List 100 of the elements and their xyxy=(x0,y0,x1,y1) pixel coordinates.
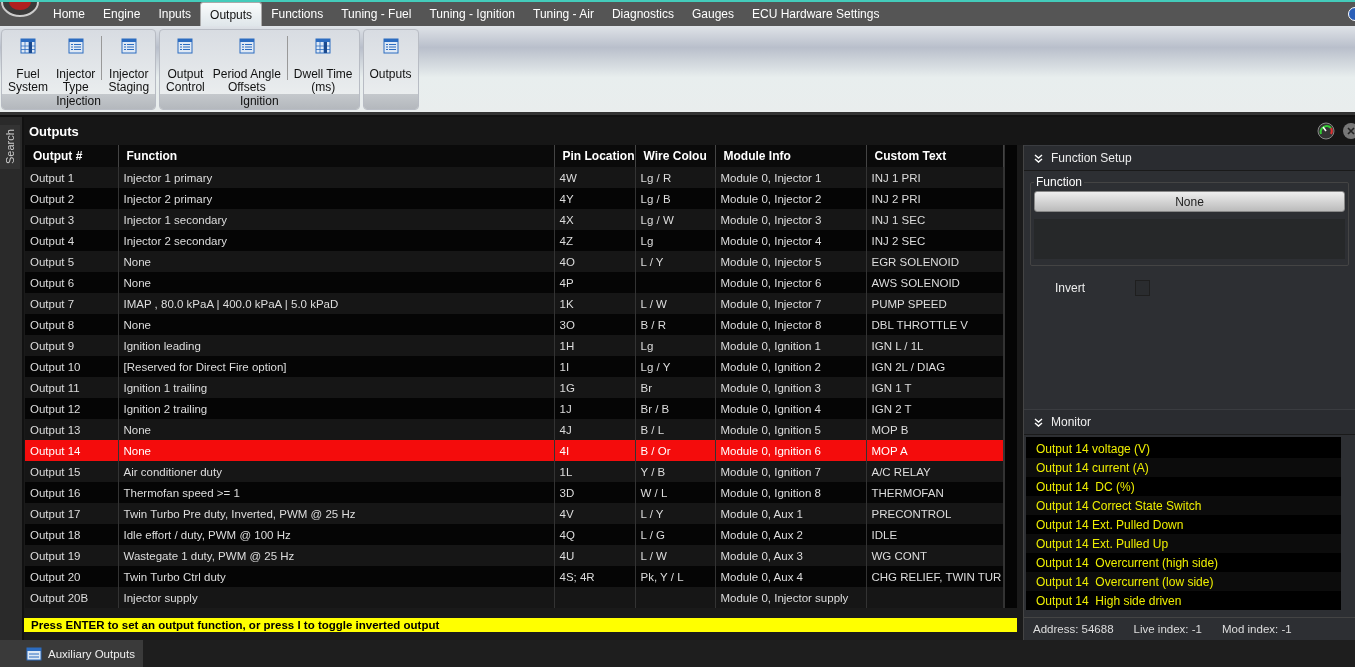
column-header[interactable]: Function xyxy=(118,145,554,167)
table-row[interactable]: Output 16 Thermofan speed >= 1 3D W / L Module 0, Ignition 8 THERMOFAN xyxy=(25,482,1003,503)
menu-tab[interactable]: Gauges xyxy=(683,2,743,26)
ribbon-button[interactable]: Injector Staging xyxy=(104,30,154,94)
monitor-item[interactable]: Output 14 Ext. Pulled Down xyxy=(1036,517,1184,532)
table-cell: Module 0, Injector 4 xyxy=(720,234,822,247)
table-cell: 4W xyxy=(559,171,577,184)
table-cell: Output 3 xyxy=(30,213,75,226)
table-cell: W / L xyxy=(640,486,668,499)
table-row[interactable]: Output 12 Ignition 2 trailing 1J Br / B Module 0, Ignition 4 IGN 2 T xyxy=(25,398,1003,419)
ribbon-button[interactable]: Dwell Time (ms) xyxy=(289,30,357,94)
table-row[interactable]: Output 13 None 4J B / L Module 0, Ignition 5 MOP B xyxy=(25,419,1003,440)
ribbon-button[interactable]: Period Angle Offsets xyxy=(208,30,285,94)
menu-tab[interactable]: Functions xyxy=(262,2,333,26)
gauge-icon[interactable] xyxy=(1317,122,1335,140)
table-cell: 1H xyxy=(559,339,575,352)
table-row[interactable]: Output 7 IMAP , 80.0 kPaA | 400.0 kPaA | 5.0 kPaD 1K L / W Module 0, Injector 7 PUMP SPEED xyxy=(25,293,1003,314)
table-cell: Output 5 xyxy=(30,255,75,268)
status-text: Live index: -1 xyxy=(1133,623,1202,635)
table-row[interactable]: Output 8 None 3O B / R Module 0, Injector 8 DBL THROTTLE V xyxy=(25,314,1003,335)
status-text: Address: 54688 xyxy=(1033,623,1114,635)
menu-tab[interactable]: Tuning - Ignition xyxy=(420,2,525,26)
table-row[interactable]: Output 9 Ignition leading 1H Lg Module 0, Ignition 1 IGN L / 1L xyxy=(25,335,1003,356)
menu-tab[interactable]: Inputs xyxy=(149,2,201,26)
column-header[interactable]: Output # xyxy=(25,145,118,167)
table-cell: Ignition 1 trailing xyxy=(123,381,208,394)
menu-tab[interactable]: Engine xyxy=(94,2,150,26)
table-row[interactable]: Output 19 Wastegate 1 duty, PWM @ 25 Hz 4U L / W Module 0, Aux 3 WG CONT xyxy=(25,545,1003,566)
monitor-item[interactable]: Output 14 High side driven xyxy=(1036,593,1182,608)
table-row[interactable]: Output 17 Twin Turbo Pre duty, Inverted, PWM @ 25 Hz 4V L / Y Module 0, Aux 1 PRECONTROL xyxy=(25,503,1003,524)
table-row[interactable]: Output 15 Air conditioner duty 1L Y / B Module 0, Ignition 7 A/C RELAY xyxy=(25,461,1003,482)
table-row[interactable]: Output 14 None 4I B / Or Module 0, Ignition 6 MOP A xyxy=(25,440,1003,461)
table-cell: 4O xyxy=(559,255,575,268)
table-cell: L / G xyxy=(640,528,665,541)
column-header[interactable]: Wire Colou xyxy=(635,145,715,167)
search-tab[interactable]: Search xyxy=(0,125,20,169)
table-row[interactable]: Output 18 Idle effort / duty, PWM @ 100 Hz 4Q L / G Module 0, Aux 2 IDLE xyxy=(25,524,1003,545)
collapse-icon[interactable] xyxy=(1034,417,1043,427)
table-cell: Output 20B xyxy=(30,591,89,604)
table-cell: Output 6 xyxy=(30,276,75,289)
table-cell: Injector 1 secondary xyxy=(123,213,228,226)
table-cell: Module 0, Ignition 5 xyxy=(720,423,821,436)
table-row[interactable]: Output 20 Twin Turbo Ctrl duty 4S; 4R Pk, Y / L Module 0, Aux 4 CHG RELIEF, TWIN TUR xyxy=(25,566,1003,587)
table-cell: IGN 2 T xyxy=(871,402,912,415)
function-button[interactable]: None xyxy=(1034,191,1345,212)
table-cell: Lg xyxy=(640,339,654,352)
ribbon-button[interactable]: Injector Type xyxy=(52,30,100,94)
section-title: Function Setup xyxy=(1051,151,1132,165)
table-cell: CHG RELIEF, TWIN TUR xyxy=(871,570,1002,583)
table-cell: 1J xyxy=(559,402,572,415)
close-icon[interactable] xyxy=(1341,122,1355,140)
table-cell: Lg / W xyxy=(640,213,674,226)
collapse-icon[interactable] xyxy=(1034,153,1043,163)
table-cell: Output 7 xyxy=(30,297,75,310)
list-icon xyxy=(120,38,137,54)
menu-tab[interactable]: Tuning - Air xyxy=(524,2,603,26)
table-cell: Lg / B xyxy=(640,192,671,205)
table-cell: IMAP , 80.0 kPaA | 400.0 kPaA | 5.0 kPaD xyxy=(123,297,339,310)
table-cell: 3D xyxy=(559,486,575,499)
table-cell: Output 2 xyxy=(30,192,75,205)
column-header[interactable]: Pin Location xyxy=(554,145,635,167)
table-cell: Y / B xyxy=(640,465,666,478)
table-cell: Lg xyxy=(640,234,654,247)
table-cell: AWS SOLENOID xyxy=(871,276,960,289)
menu-tab[interactable]: Diagnostics xyxy=(602,2,683,26)
list-icon xyxy=(177,38,194,54)
column-header[interactable]: Module Info xyxy=(715,145,866,167)
table-row[interactable]: Output 5 None 4O L / Y Module 0, Injector 5 EGR SOLENOID xyxy=(25,251,1003,272)
menu-tab[interactable]: Outputs xyxy=(200,2,263,26)
monitor-item[interactable]: Output 14 voltage (V) xyxy=(1036,441,1151,456)
table-cell: WG CONT xyxy=(871,549,928,562)
table-row[interactable]: Output 2 Injector 2 primary 4Y Lg / B Module 0, Injector 2 INJ 2 PRI xyxy=(25,188,1003,209)
ribbon-button[interactable]: Fuel System xyxy=(4,30,52,94)
table-cell: Module 0, Injector 3 xyxy=(720,213,822,226)
table-row[interactable]: Output 10 [Reserved for Direct Fire option] 1I Lg / Y Module 0, Ignition 2 IGN 2L / DIAG xyxy=(25,356,1003,377)
ribbon-button[interactable]: Output Control xyxy=(162,30,209,94)
menu-tab[interactable]: Home xyxy=(44,2,94,26)
table-row[interactable]: Output 3 Injector 1 secondary 4X Lg / W Module 0, Injector 3 INJ 1 SEC xyxy=(25,209,1003,230)
table-cell: None xyxy=(123,423,151,436)
menu-tab[interactable]: ECU Hardware Settings xyxy=(743,2,889,26)
table-row[interactable]: Output 1 Injector 1 primary 4W Lg / R Module 0, Injector 1 INJ 1 PRI xyxy=(25,167,1003,188)
bottom-tab[interactable]: Auxiliary Outputs xyxy=(0,640,143,667)
section-title: Monitor xyxy=(1051,415,1091,429)
table-row[interactable]: Output 4 Injector 2 secondary 4Z Lg Module 0, Injector 4 INJ 2 SEC xyxy=(25,230,1003,251)
table-cell: PRECONTROL xyxy=(871,507,952,520)
table-row[interactable]: Output 6 None 4P Module 0, Injector 6 AWS SOLENOID xyxy=(25,272,1003,293)
monitor-item[interactable]: Output 14 Overcurrent (high side) xyxy=(1036,555,1219,570)
table-cell: Output 15 xyxy=(30,465,81,478)
menu-tab[interactable]: Tuning - Fuel xyxy=(332,2,421,26)
column-header[interactable]: Custom Text xyxy=(866,145,1003,167)
panel-title: Outputs xyxy=(29,123,80,139)
table-row[interactable]: Output 11 Ignition 1 trailing 1G Br Module 0, Ignition 3 IGN 1 T xyxy=(25,377,1003,398)
table-cell: Module 0, Injector supply xyxy=(720,591,849,604)
table-row[interactable]: Output 20B Injector supply Module 0, Injector supply xyxy=(25,587,1003,608)
table-cell: None xyxy=(123,276,151,289)
table-cell: Thermofan speed >= 1 xyxy=(123,486,240,499)
ribbon-button[interactable]: Outputs xyxy=(365,30,416,94)
table-cell: PUMP SPEED xyxy=(871,297,947,310)
table-cell: MOP A xyxy=(871,444,908,457)
monitor-item[interactable]: Output 14 DC (%) xyxy=(1036,479,1135,494)
